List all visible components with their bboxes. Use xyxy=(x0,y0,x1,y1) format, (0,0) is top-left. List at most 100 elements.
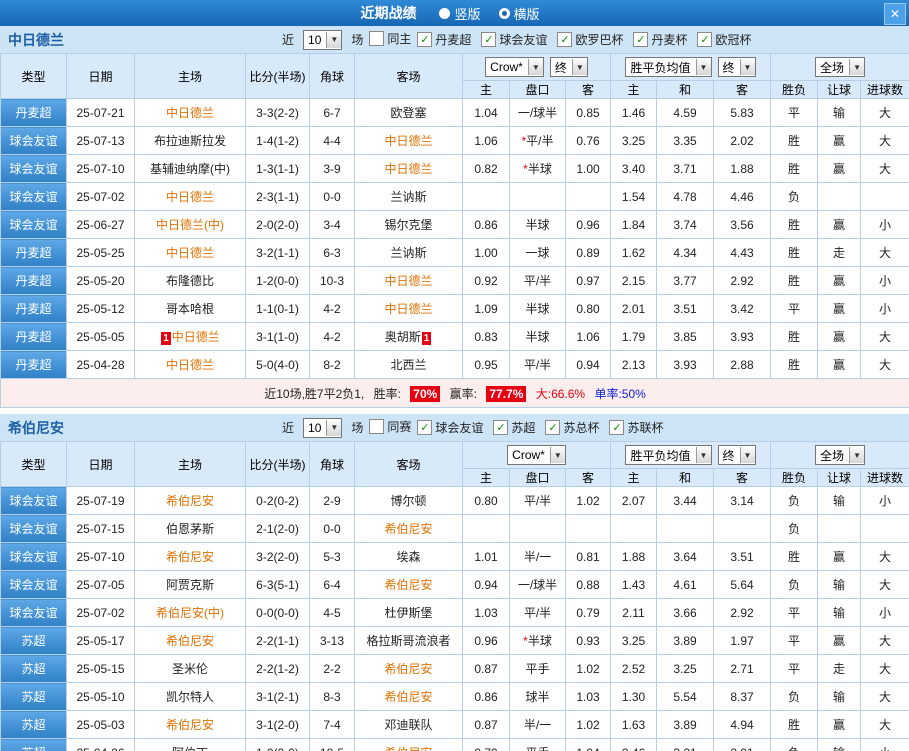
match-filters: 近 10▼ 场 同主 ✓丹麦超✓球会友谊✓欧罗巴杯✓丹麦杯✓欧冠杯 xyxy=(282,30,751,50)
result-goals: 小 xyxy=(861,487,909,515)
match-type: 球会友谊 xyxy=(1,183,67,211)
home-team-cell: 希伯尼安 xyxy=(135,543,246,571)
match-date: 25-07-21 xyxy=(67,99,135,127)
avg-odds-select[interactable]: 胜平负均值▼ xyxy=(625,445,711,465)
asian-home-odds: 0.94 xyxy=(463,571,510,599)
asian-away-odds: 0.85 xyxy=(566,99,611,127)
scope-select[interactable]: 全场▼ xyxy=(815,445,865,465)
select-value: 终 xyxy=(723,59,740,76)
layout-vertical-radio[interactable]: 竖版 xyxy=(439,4,480,23)
match-date: 25-07-15 xyxy=(67,515,135,543)
asian-away-odds: 0.97 xyxy=(566,267,611,295)
asian-handicap: 半/一 xyxy=(510,711,566,739)
away-team-cell: 中日德兰 xyxy=(355,155,463,183)
near-label: 近 xyxy=(282,419,294,436)
same-filter-checkbox[interactable]: 同主 xyxy=(369,30,411,47)
result-goals: 大 xyxy=(861,155,909,183)
league-checkbox[interactable]: ✓球会友谊 xyxy=(417,419,483,436)
avg-final-select[interactable]: 终▼ xyxy=(718,445,756,465)
match-date: 25-07-19 xyxy=(67,487,135,515)
table-row: 球会友谊25-07-10基辅迪纳摩(中)1-3(1-1)3-9中日德兰0.82*… xyxy=(1,155,909,183)
radio-selected-icon xyxy=(499,8,510,19)
result-outcome: 胜 xyxy=(771,211,818,239)
league-checkbox[interactable]: ✓苏超 xyxy=(493,419,535,436)
asian-handicap: *半球 xyxy=(510,627,566,655)
match-score: 5-0(4-0) xyxy=(246,351,310,379)
result-goals: 大 xyxy=(861,711,909,739)
sub-column-header: 进球数 xyxy=(861,81,909,99)
same-filter-checkbox[interactable]: 同赛 xyxy=(369,418,411,435)
asian-handicap xyxy=(510,515,566,543)
league-checkbox[interactable]: ✓苏总杯 xyxy=(545,419,599,436)
odds-final-select[interactable]: 终▼ xyxy=(550,57,588,77)
result-goals: 小 xyxy=(861,739,909,751)
odds-company-select[interactable]: Crow*▼ xyxy=(485,57,544,77)
match-score: 1-0(0-0) xyxy=(246,739,310,751)
asian-handicap: 半球 xyxy=(510,211,566,239)
euro-home-odds: 2.15 xyxy=(611,267,657,295)
result-handicap: 输 xyxy=(818,599,861,627)
league-checkbox[interactable]: ✓球会友谊 xyxy=(481,31,547,48)
chevron-down-icon: ▼ xyxy=(740,447,755,463)
col-corner: 角球 xyxy=(310,54,355,99)
checkbox-icon: ✓ xyxy=(697,32,712,47)
result-handicap: 赢 xyxy=(818,627,861,655)
asian-home-odds xyxy=(463,183,510,211)
away-team-cell: 希伯尼安 xyxy=(355,571,463,599)
big-rate-text: 大:66.6% xyxy=(536,387,585,401)
window-title: 近期战绩 xyxy=(360,3,416,23)
corner-score: 10-5 xyxy=(310,739,355,751)
sub-column-header: 盘口 xyxy=(510,469,566,487)
league-checkbox[interactable]: ✓丹麦超 xyxy=(417,31,471,48)
result-outcome: 平 xyxy=(771,655,818,683)
corner-score: 3-13 xyxy=(310,627,355,655)
scope-select[interactable]: 全场▼ xyxy=(815,57,865,77)
match-count-select[interactable]: 10▼ xyxy=(303,418,342,438)
euro-draw-odds xyxy=(657,515,714,543)
euro-away-odds: 2.02 xyxy=(714,127,771,155)
corner-score: 0-0 xyxy=(310,515,355,543)
home-team-cell: 中日德兰 xyxy=(135,99,246,127)
euro-odds-selects-cell: 胜平负均值▼ 终▼ xyxy=(611,442,771,469)
avg-odds-select[interactable]: 胜平负均值▼ xyxy=(625,57,711,77)
result-outcome: 平 xyxy=(771,627,818,655)
league-checkbox[interactable]: ✓欧罗巴杯 xyxy=(557,31,623,48)
match-type: 球会友谊 xyxy=(1,599,67,627)
away-team-cell: 兰讷斯 xyxy=(355,239,463,267)
euro-draw-odds: 4.78 xyxy=(657,183,714,211)
near-label: 近 xyxy=(282,31,294,48)
corner-score: 2-9 xyxy=(310,487,355,515)
result-handicap: 走 xyxy=(818,239,861,267)
sub-column-header: 客 xyxy=(714,469,771,487)
league-checkbox[interactable]: ✓丹麦杯 xyxy=(633,31,687,48)
rank-badge: 1 xyxy=(161,332,171,345)
match-score: 0-0(0-0) xyxy=(246,599,310,627)
avg-final-select[interactable]: 终▼ xyxy=(718,57,756,77)
league-filter-group: ✓丹麦超 ✓球会友谊 ✓欧罗巴杯 ✓丹麦杯 ✓欧冠杯 xyxy=(417,31,751,48)
league-checkbox[interactable]: ✓欧冠杯 xyxy=(697,31,751,48)
euro-draw-odds: 3.51 xyxy=(657,295,714,323)
match-date: 25-05-15 xyxy=(67,655,135,683)
match-date: 25-05-25 xyxy=(67,239,135,267)
odds-company-select[interactable]: Crow*▼ xyxy=(507,445,566,465)
layout-horizontal-radio[interactable]: 横版 xyxy=(499,4,540,23)
corner-score: 6-4 xyxy=(310,571,355,599)
match-score: 2-2(1-1) xyxy=(246,627,310,655)
away-team-cell: 中日德兰 xyxy=(355,267,463,295)
match-count-select[interactable]: 10▼ xyxy=(303,30,342,50)
close-button[interactable]: ✕ xyxy=(884,3,906,25)
euro-home-odds: 1.84 xyxy=(611,211,657,239)
table-row: 丹麦超25-04-28中日德兰5-0(4-0)8-2北西兰0.95平/半0.94… xyxy=(1,351,909,379)
result-handicap: 赢 xyxy=(818,351,861,379)
euro-away-odds: 3.51 xyxy=(714,543,771,571)
asian-home-odds: 0.86 xyxy=(463,211,510,239)
asian-away-odds: 0.94 xyxy=(566,351,611,379)
result-goals xyxy=(861,183,909,211)
asian-handicap: 平/半 xyxy=(510,351,566,379)
league-checkbox[interactable]: ✓苏联杯 xyxy=(609,419,663,436)
checkbox-icon: ✓ xyxy=(609,420,624,435)
match-score: 0-2(0-2) xyxy=(246,487,310,515)
select-value: Crow* xyxy=(512,448,550,462)
summary-cell: 近10场,胜7平2负1, 胜率: 70% 赢率: 77.7% 大:66.6% 单… xyxy=(1,379,909,408)
corner-score: 2-2 xyxy=(310,655,355,683)
